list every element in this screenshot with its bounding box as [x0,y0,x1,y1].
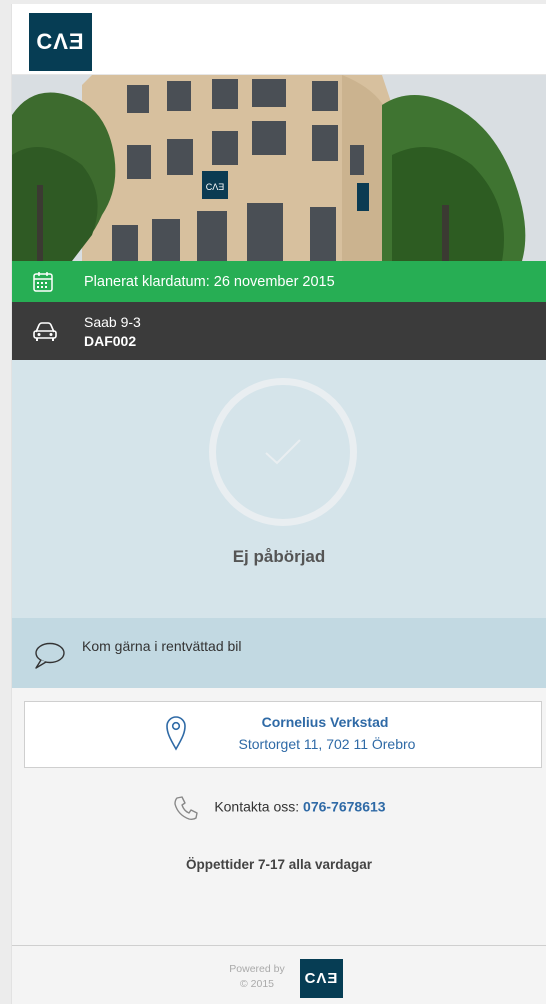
speech-bubble-icon [35,642,65,669]
footer-logo[interactable]: CΛƎ [300,959,343,998]
building-photo: CΛƎ [12,75,546,261]
contact-phone-link[interactable]: 076-7678613 [303,799,386,815]
note-bar: Kom gärna i rentvättad bil [12,618,546,688]
svg-text:CΛƎ: CΛƎ [206,182,225,192]
location-pin-icon [166,716,186,751]
calendar-icon [33,271,53,292]
vehicle-bar: Saab 9-3 DAF002 [12,302,546,360]
status-ring [209,378,357,526]
check-icon [265,439,301,465]
copyright-year: © 2015 [239,978,274,990]
footer: Powered by © 2015 CΛƎ [12,945,546,1004]
workshop-name[interactable]: Cornelius Verkstad [215,714,435,730]
vehicle-info: Saab 9-3 DAF002 [84,314,141,349]
header: CΛƎ [12,4,546,75]
phone-icon [174,796,199,821]
note-text: Kom gärna i rentvättad bil [82,638,242,654]
planned-date-label: Planerat klardatum: 26 november 2015 [84,273,335,290]
workshop-address[interactable]: Stortorget 11, 702 11 Örebro [203,736,451,752]
status-panel: Ej påbörjad [12,360,546,618]
vehicle-model: Saab 9-3 [84,313,141,330]
powered-by-label: Powered by [229,963,285,975]
planned-date-bar: Planerat klardatum: 26 november 2015 [12,261,546,302]
app-frame: CΛƎ CΛƎ Planerat klardatum: 26 november … [11,4,546,1004]
powered-by: Powered by © 2015 [217,962,297,992]
opening-hours: Öppettider 7-17 alla vardagar [185,857,373,872]
vehicle-plate: DAF002 [84,332,137,349]
contact-label: Kontakta oss: [214,798,300,815]
status-label: Ej påbörjad [232,547,326,566]
car-icon [33,322,57,341]
brand-logo[interactable]: CΛƎ [29,13,92,71]
workshop-card[interactable]: Cornelius Verkstad Stortorget 11, 702 11… [24,701,542,768]
contact-line: Kontakta oss: 076-7678613 [12,794,546,822]
hero-image: CΛƎ [12,75,546,261]
